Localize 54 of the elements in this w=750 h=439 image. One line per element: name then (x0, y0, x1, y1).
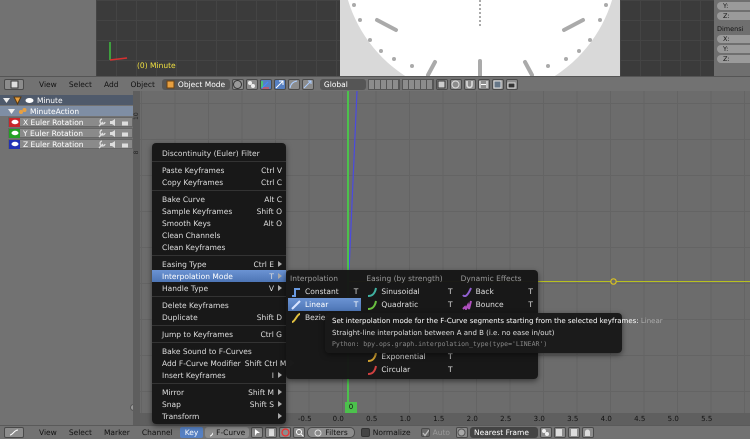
pivot-button[interactable] (246, 78, 258, 90)
ghost-icon (583, 428, 592, 437)
image-icon (493, 80, 502, 88)
dots-icon (247, 80, 256, 88)
normalize-checkbox[interactable] (360, 428, 370, 437)
wrench-icon[interactable] (97, 118, 106, 126)
pivot-button[interactable] (540, 427, 552, 438)
wrench-icon[interactable] (97, 128, 106, 138)
eye-icon[interactable] (25, 96, 34, 104)
keyframe-point[interactable] (610, 278, 617, 285)
scale-button[interactable] (302, 78, 314, 90)
arc-icon (289, 80, 298, 88)
proportional-edit-button[interactable] (450, 78, 462, 90)
page-icon (266, 428, 276, 437)
editor-type-button[interactable] (4, 78, 24, 90)
circle-icon (451, 80, 460, 88)
bracket-icon (479, 80, 488, 88)
camera-icon (507, 80, 516, 88)
search-button[interactable] (293, 427, 306, 438)
search-icon (294, 428, 304, 437)
copy-keys-button[interactable] (554, 427, 566, 438)
render-preview-button[interactable] (492, 78, 504, 90)
translate-button[interactable] (274, 78, 286, 90)
pointer-button[interactable] (251, 427, 264, 438)
snap-toggle[interactable] (464, 78, 476, 90)
sphere-icon (233, 80, 242, 88)
checkmark-icon (422, 428, 429, 436)
cursor-icon (252, 428, 262, 437)
camera-render-button[interactable] (506, 78, 518, 90)
shading-button[interactable] (232, 78, 244, 90)
cube-icon (10, 80, 18, 88)
snap-element-button[interactable] (478, 78, 490, 90)
editor-type-button[interactable] (4, 427, 24, 438)
paste-keys-button[interactable] (568, 427, 580, 438)
expand-triangle-icon[interactable] (3, 96, 10, 104)
arrow-icon (303, 80, 312, 88)
arrow-icon (275, 80, 284, 88)
auto-snap-button[interactable] (456, 427, 468, 438)
action-icon (18, 106, 27, 116)
rotate-button[interactable] (288, 78, 300, 90)
page-icon (437, 80, 446, 88)
wrench-icon[interactable] (97, 140, 106, 148)
cube-icon (166, 80, 175, 88)
dots-icon (541, 428, 550, 437)
ghost-curves-button[interactable] (265, 427, 278, 438)
axes-icon (261, 80, 270, 88)
target-icon (280, 428, 290, 437)
ghost-button[interactable] (582, 427, 594, 438)
layer-manager-button[interactable] (436, 78, 448, 90)
expand-triangle-icon[interactable] (8, 108, 15, 114)
curve-icon (9, 428, 19, 437)
magnet-icon (465, 80, 474, 88)
circle-icon (314, 428, 322, 436)
manipulator-toggle[interactable] (260, 78, 272, 90)
